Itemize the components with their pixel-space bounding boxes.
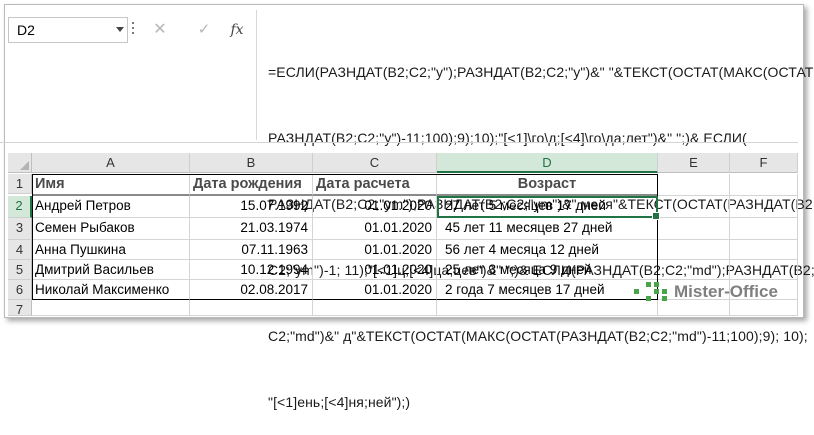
formula-bar-grip-icon[interactable] (131, 22, 135, 38)
row-header-5[interactable]: 5 (8, 260, 32, 280)
logo-dot-icon (662, 296, 667, 301)
row-header-3[interactable]: 3 (8, 218, 32, 240)
watermark-text: Mister-Office (674, 282, 778, 301)
age-cell[interactable]: 2 года 7 месяцев 17 дней (437, 280, 658, 300)
name-cell[interactable]: Николай Максименко (32, 280, 190, 300)
row-header-1[interactable]: 1 (8, 174, 32, 194)
age-cell[interactable]: 56 лет 4 месяца 12 дней (437, 240, 658, 260)
birth-date-cell[interactable]: 10.12.1994 (190, 260, 313, 280)
birth-date-cell[interactable]: 21.03.1974 (190, 218, 313, 240)
row-header-6[interactable]: 6 (8, 280, 32, 300)
logo-dot-icon (654, 289, 659, 294)
cancel-button[interactable]: ✕ (145, 17, 175, 43)
age-cell[interactable]: 45 лет 11 месяцев 27 дней (437, 218, 658, 240)
name-cell[interactable]: Анна Пушкина (32, 240, 190, 260)
empty-cell[interactable] (658, 196, 730, 218)
calc-date-cell[interactable]: 01.01.2020 (313, 218, 437, 240)
formula-line: C2;"md")&" д"&ТЕКСТ(ОСТАТ(МАКС(ОСТАТ(РАЗ… (268, 328, 808, 344)
calc-date-cell[interactable]: 01.01.2020 (313, 196, 437, 218)
logo-dot-icon (646, 296, 651, 301)
empty-cell[interactable] (190, 300, 313, 316)
column-header-a[interactable]: A (32, 153, 190, 173)
empty-cell[interactable] (658, 260, 730, 280)
header-cell-name[interactable]: Имя (32, 174, 190, 196)
logo-dot-icon (662, 289, 667, 294)
calc-date-cell[interactable]: 01.01.2020 (313, 280, 437, 300)
column-header-d[interactable]: D (437, 153, 658, 173)
empty-cell[interactable] (730, 260, 798, 280)
name-box[interactable]: D2 (8, 17, 128, 43)
header-cell-age[interactable]: Возраст (437, 174, 658, 196)
header-cell-birth-date[interactable]: Дата рождения (190, 174, 313, 196)
empty-cell[interactable] (658, 218, 730, 240)
name-cell[interactable]: Андрей Петров (32, 196, 190, 218)
empty-cell[interactable] (437, 300, 658, 316)
empty-cell[interactable] (32, 300, 190, 316)
name-box-value: D2 (17, 22, 35, 38)
age-cell[interactable]: 25 лет 3 месяца 9 дней (437, 260, 658, 280)
logo-dot-icon (634, 289, 639, 294)
empty-cell[interactable] (658, 240, 730, 260)
empty-cell[interactable] (658, 174, 730, 196)
active-cell-selection (437, 196, 660, 220)
column-header-f[interactable]: F (730, 153, 798, 173)
birth-date-cell[interactable]: 15.07.1992 (190, 196, 313, 218)
name-cell[interactable]: Дмитрий Васильев (32, 260, 190, 280)
empty-cell[interactable] (730, 196, 798, 218)
name-cell[interactable]: Семен Рыбаков (32, 218, 190, 240)
formula-bar-divider (256, 10, 257, 140)
enter-button[interactable]: ✓ (189, 17, 219, 43)
empty-cell[interactable] (730, 174, 798, 196)
row-header-7[interactable]: 7 (8, 300, 32, 317)
column-header-e[interactable]: E (658, 153, 730, 173)
row-header-4[interactable]: 4 (8, 240, 32, 260)
logo-dot-icon (654, 282, 659, 287)
column-header-c[interactable]: C (313, 153, 437, 173)
calc-date-cell[interactable]: 01.01.2020 (313, 260, 437, 280)
formula-bar-separator (0, 142, 798, 143)
empty-cell[interactable] (730, 240, 798, 260)
birth-date-cell[interactable]: 07.11.1963 (190, 240, 313, 260)
header-cell-calc-date[interactable]: Дата расчета (313, 174, 437, 196)
chevron-down-icon[interactable] (116, 27, 124, 32)
empty-cell[interactable] (313, 300, 437, 316)
empty-cell[interactable] (730, 218, 798, 240)
formula-line: РАЗНДАТ(B2;C2;"y")-11;100);9);10);"[<1]\… (268, 130, 747, 146)
formula-line: "[<1]ень;[<4]ня;ней");) (268, 394, 411, 410)
row-header-2[interactable]: 2 (8, 196, 32, 218)
birth-date-cell[interactable]: 02.08.2017 (190, 280, 313, 300)
column-header-b[interactable]: B (190, 153, 313, 173)
watermark-logo: Mister-Office (626, 280, 801, 304)
calc-date-cell[interactable]: 01.01.2020 (313, 240, 437, 260)
logo-dot-icon (646, 282, 651, 287)
insert-function-button[interactable]: fx (222, 17, 252, 43)
formula-line: =ЕСЛИ(РАЗНДАТ(B2;C2;"y");РАЗНДАТ(B2;C2;"… (268, 64, 814, 80)
select-all-button[interactable] (8, 153, 32, 173)
